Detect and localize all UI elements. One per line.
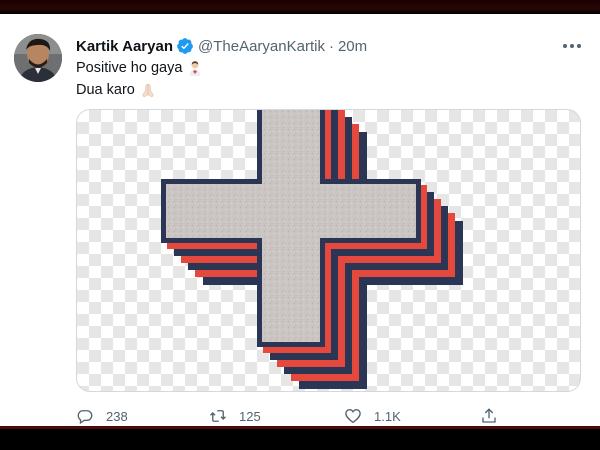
bottom-band-edge [0,426,600,429]
like-button[interactable]: 1.1K [344,404,401,428]
top-background-band [0,0,600,14]
verified-badge-icon [177,38,193,54]
reply-count: 238 [106,408,128,424]
tweet-text: Dua karo [76,82,135,98]
tweet-text-line: Dua karo [76,80,156,100]
folded-hands-icon [142,83,154,98]
tweet-text: Positive ho gaya [76,60,183,76]
tweet-timestamp[interactable]: 20m [338,38,367,55]
avatar[interactable] [14,34,62,82]
plus-cross-icon [161,110,463,389]
heart-icon [345,409,361,424]
like-count: 1.1K [374,408,401,424]
man-health-worker-icon [189,61,201,76]
tweet-actions-bar: 238 125 1.1K [76,404,581,428]
share-button[interactable] [480,404,498,428]
retweet-icon [210,410,226,422]
share-icon [482,408,496,423]
tweet-card[interactable]: Kartik Aaryan @TheAaryanKartik · 20m Pos… [0,14,600,426]
user-handle[interactable]: @TheAaryanKartik [198,38,325,55]
tweet-header: Kartik Aaryan @TheAaryanKartik · 20m [76,36,367,56]
retweet-count: 125 [239,408,261,424]
bottom-background-band [0,426,600,450]
tweet-text-line: Positive ho gaya [76,58,203,78]
tweet-media-image[interactable] [76,109,581,392]
reply-button[interactable]: 238 [76,404,128,428]
display-name[interactable]: Kartik Aaryan [76,38,173,55]
reply-icon [77,410,93,425]
retweet-button[interactable]: 125 [209,404,261,428]
separator-dot: · [328,37,334,55]
more-options-icon[interactable] [560,38,584,54]
